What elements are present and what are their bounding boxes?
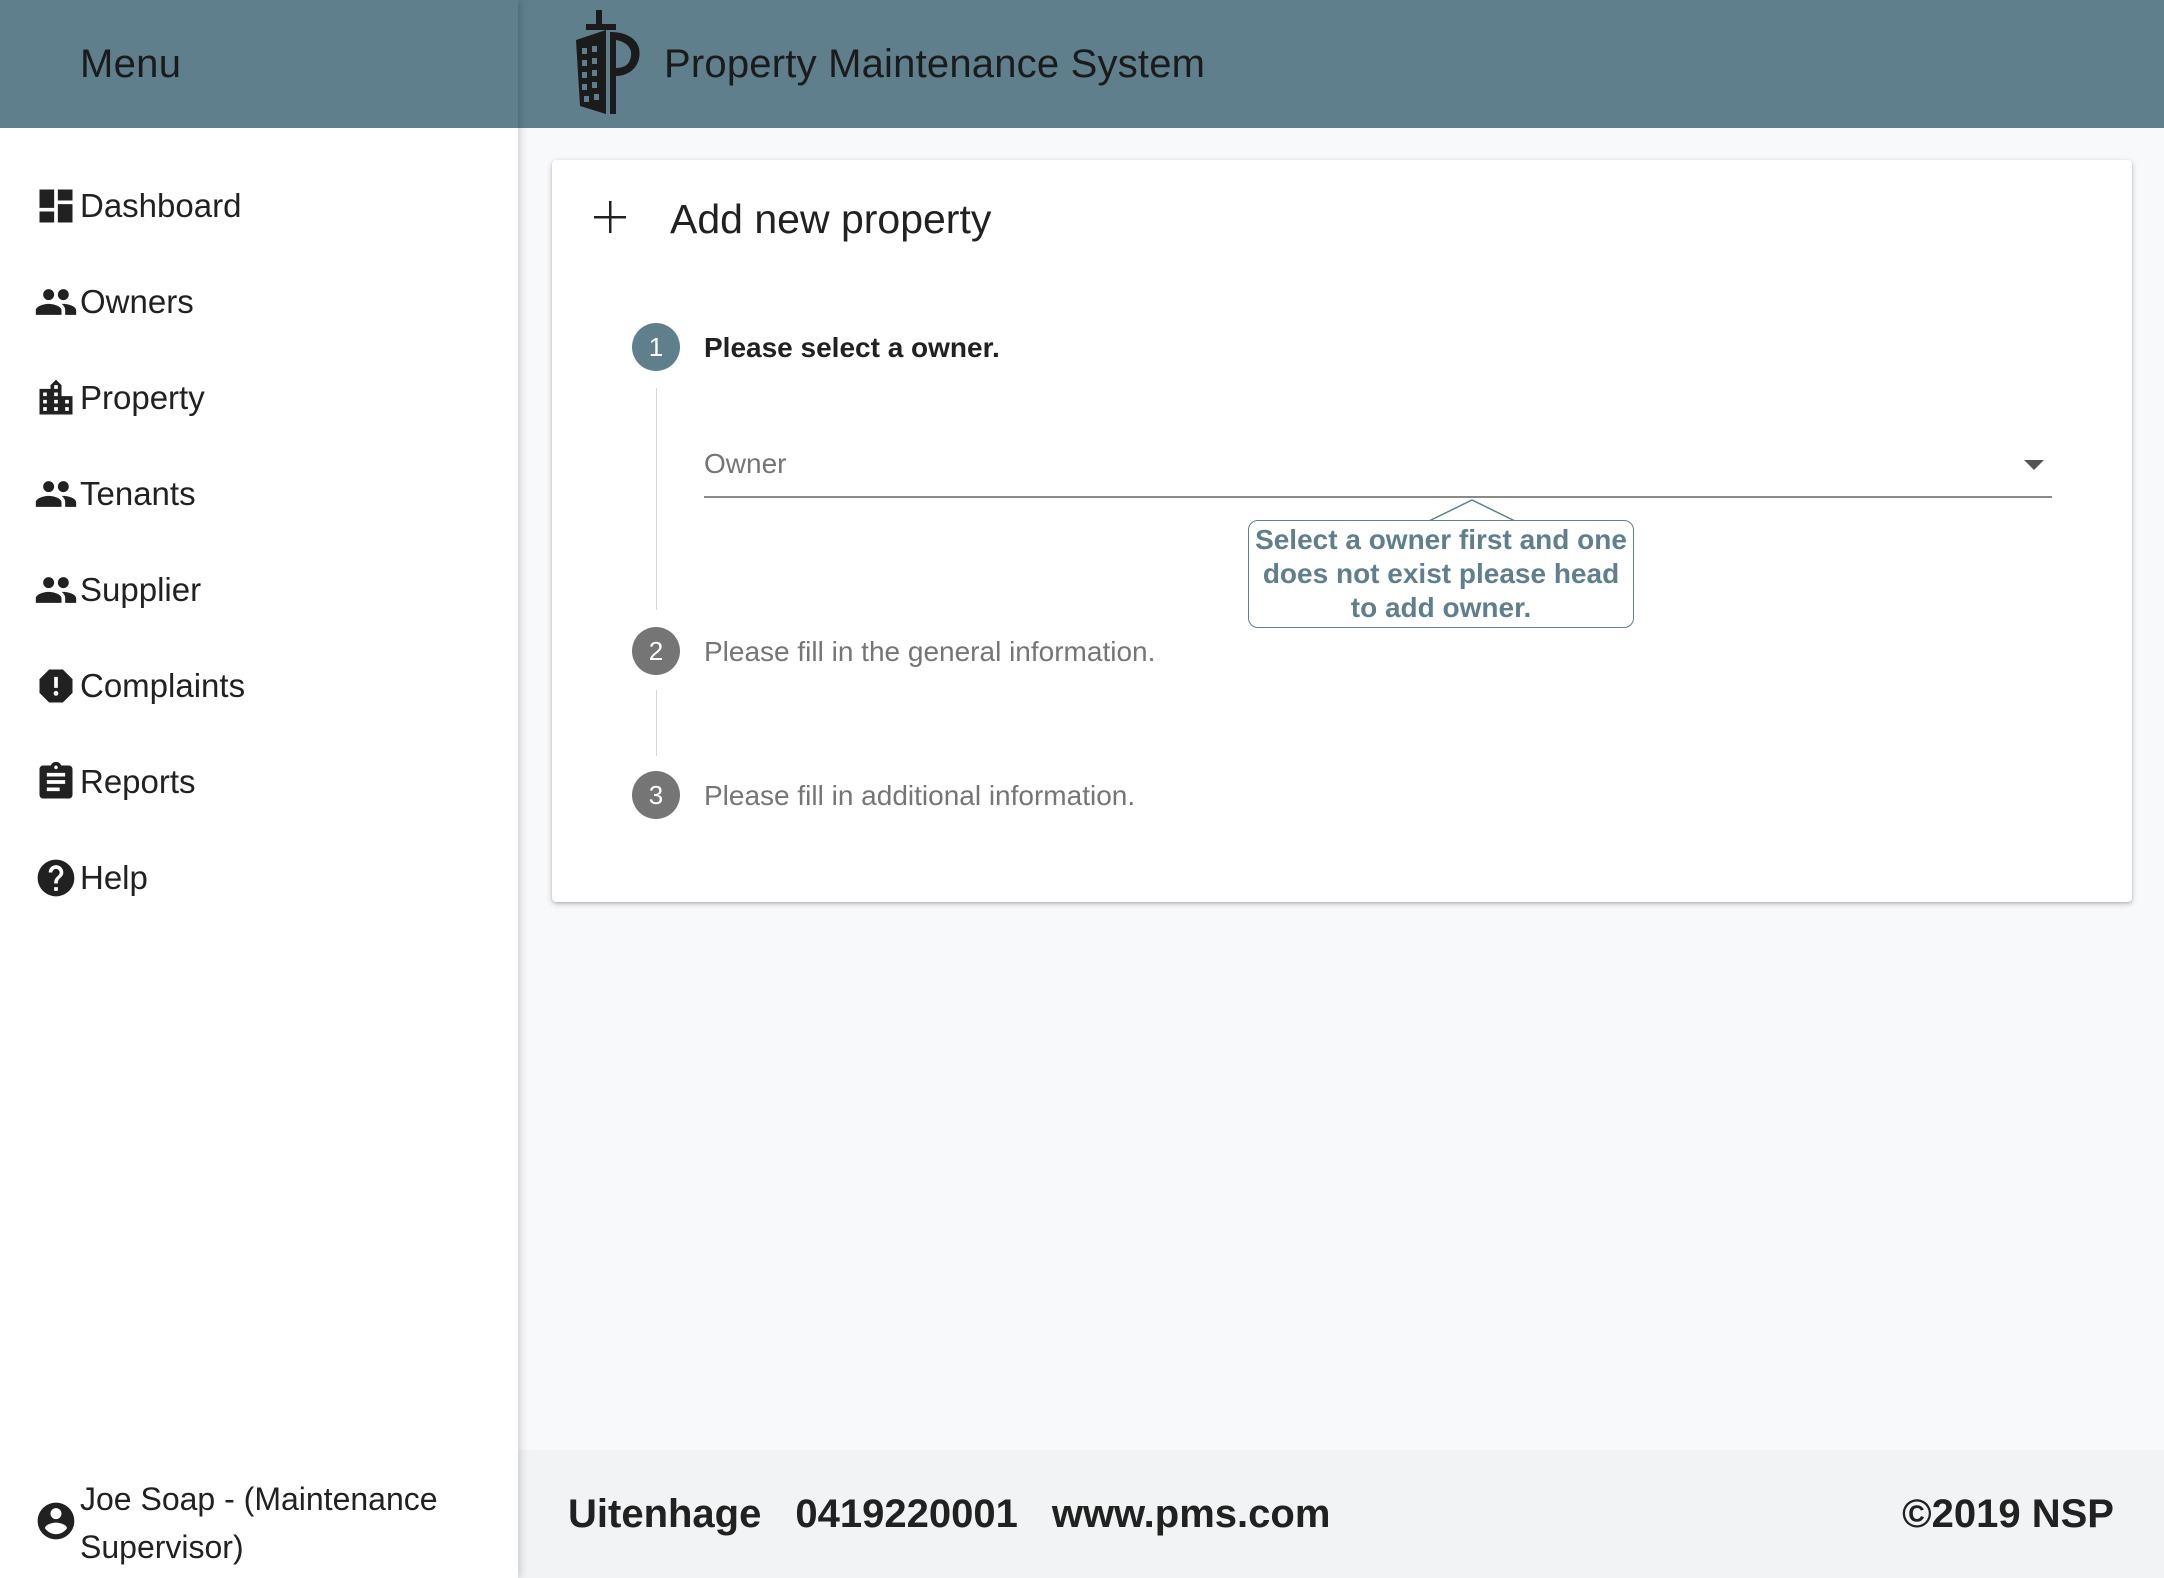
card-header: Add new property [592,196,991,243]
card-title: Add new property [670,196,992,242]
sidebar-item-supplier[interactable]: Supplier [0,542,518,638]
sidebar-nav: Dashboard Owners Property Tenants Suppli… [0,128,518,926]
people-icon [34,472,78,516]
sidebar-item-label: Complaints [80,667,246,704]
app-footer: Uitenhage 0419220001 www.pms.com ©2019 N… [518,1450,2164,1578]
sidebar-item-label: Owners [80,283,194,320]
owner-select-placeholder: Owner [704,448,787,479]
building-icon [34,376,78,420]
sidebar-item-label: Supplier [80,571,202,608]
footer-website[interactable]: www.pms.com [1052,1492,1331,1537]
people-icon [34,568,78,612]
sidebar-item-label: Reports [80,763,196,800]
plus-icon [592,199,628,240]
sidebar-item-property[interactable]: Property [0,350,518,446]
sidebar-item-tenants[interactable]: Tenants [0,446,518,542]
sidebar: Menu Dashboard Owners Property Tenants S… [0,0,518,1578]
sidebar-item-help[interactable]: Help [0,830,518,926]
owner-select[interactable]: Owner [704,438,2052,498]
sidebar-item-label: Property [80,379,205,416]
building-logo-icon [572,9,646,119]
step-3-label[interactable]: Please fill in additional information. [704,780,1135,812]
sidebar-item-label: Dashboard [80,187,242,224]
footer-phone: 0419220001 [795,1491,1018,1536]
current-user[interactable]: Joe Soap - (Maintenance Supervisor) [34,1468,480,1578]
app-title: Property Maintenance System [664,41,1206,86]
step-2-indicator[interactable]: 2 [632,627,680,675]
step-1-indicator[interactable]: 1 [632,323,680,371]
menu-title: Menu [80,41,182,86]
step-3-indicator[interactable]: 3 [632,771,680,819]
footer-copyright: ©2019 NSP [1902,1491,2114,1536]
sidebar-item-label: Tenants [80,475,196,512]
step-connector [656,388,657,610]
user-name: Joe Soap - (Maintenance Supervisor) [80,1481,438,1565]
account-circle-icon [34,1499,78,1548]
people-icon [34,280,78,324]
step-connector [656,690,657,756]
chevron-down-icon [2024,460,2044,470]
dashboard-icon [34,184,78,228]
footer-city: Uitenhage [568,1491,762,1536]
sidebar-item-complaints[interactable]: Complaints [0,638,518,734]
step-2-label[interactable]: Please fill in the general information. [704,636,1155,668]
step-1-label[interactable]: Please select a owner. [704,332,1000,364]
clipboard-icon [34,760,78,804]
alert-octagon-icon [34,664,78,708]
sidebar-item-label: Help [80,859,148,896]
sidebar-header: Menu [0,0,518,128]
owner-tooltip: Select a owner first and one does not ex… [1248,520,1634,628]
app-header: Property Maintenance System [518,0,2164,128]
help-circle-icon [34,856,78,900]
sidebar-item-reports[interactable]: Reports [0,734,518,830]
add-property-card: Add new property 1 Please select a owner… [552,160,2132,902]
sidebar-item-dashboard[interactable]: Dashboard [0,158,518,254]
sidebar-item-owners[interactable]: Owners [0,254,518,350]
